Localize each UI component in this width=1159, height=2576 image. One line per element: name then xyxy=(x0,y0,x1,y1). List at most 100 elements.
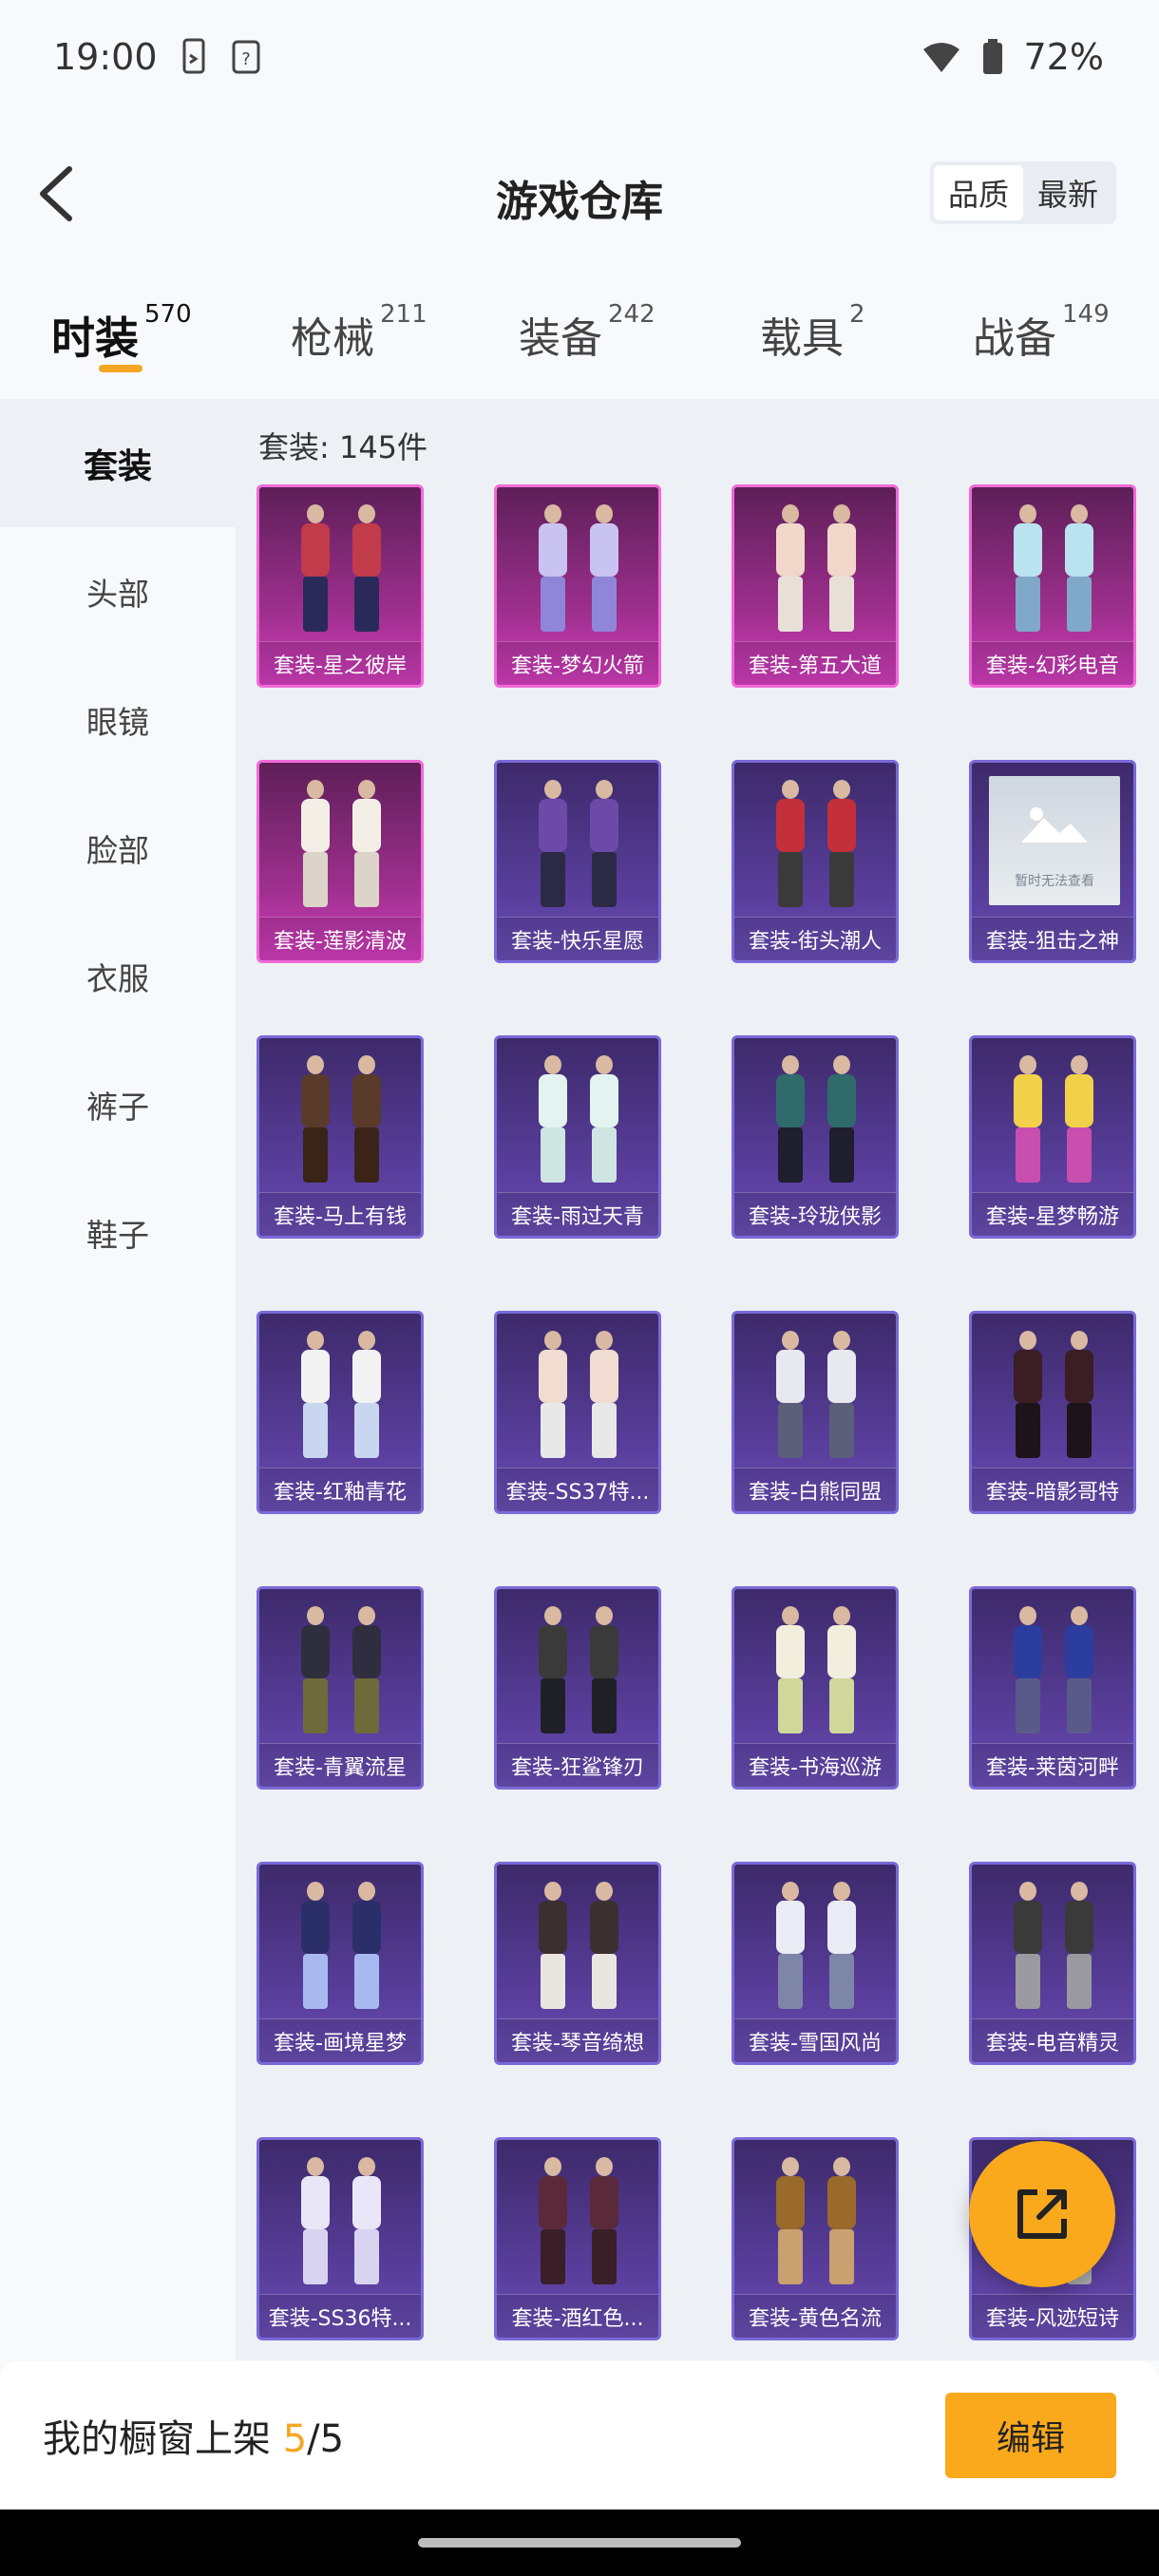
status-left: 19:00 ? xyxy=(53,36,260,78)
tab-vehicles[interactable]: 载具 2 xyxy=(760,300,865,365)
share-button[interactable] xyxy=(969,2141,1115,2287)
outfit-card[interactable]: 套装-黄色名流 xyxy=(732,2137,899,2340)
outfit-name: 套装-雨过天青 xyxy=(497,1192,658,1236)
outfit-preview xyxy=(259,770,421,922)
outfit-card[interactable]: 套装-街头潮人 xyxy=(732,760,899,963)
outfit-name: 套装-快乐星愿 xyxy=(497,917,658,960)
character-figure xyxy=(533,1606,571,1739)
tab-guns[interactable]: 枪械 211 xyxy=(291,300,428,365)
external-link-icon xyxy=(1017,2189,1067,2239)
outfit-card[interactable]: 套装-快乐星愿 xyxy=(494,760,661,963)
outfit-card[interactable]: 套装-玲珑侠影 xyxy=(732,1035,899,1239)
character-figure xyxy=(347,2157,385,2290)
outfit-card[interactable]: 套装-星之彼岸 xyxy=(256,484,424,688)
outfit-card[interactable]: 套装-梦幻火箭 xyxy=(494,484,661,688)
tab-fashion[interactable]: 时装 570 xyxy=(51,300,192,367)
character-figure xyxy=(584,1882,622,2015)
outfit-preview xyxy=(497,2148,658,2300)
placeholder-text: 暂时无法查看 xyxy=(1015,874,1094,889)
wifi-icon xyxy=(922,40,961,74)
character-figure xyxy=(1059,1882,1097,2015)
outfit-card[interactable]: 套装-幻彩电音 xyxy=(969,484,1136,688)
outfit-name: 套装-暗影哥特 xyxy=(972,1468,1133,1511)
sidebar-item-head[interactable]: 头部 xyxy=(0,527,236,655)
character-figure xyxy=(295,1331,333,1464)
outfit-card[interactable]: 套装-莱茵河畔 xyxy=(969,1586,1136,1790)
image-placeholder: 暂时无法查看 xyxy=(989,776,1120,905)
tab-count: 2 xyxy=(849,300,865,329)
character-figure xyxy=(822,504,860,637)
showcase-bar: 我的橱窗上架 5/5 编辑 xyxy=(0,2361,1159,2510)
outfit-card[interactable]: 套装-白熊同盟 xyxy=(732,1311,899,1514)
outfit-card[interactable]: 套装-雪国风尚 xyxy=(732,1862,899,2065)
status-right: 72% xyxy=(922,36,1104,78)
tab-supplies[interactable]: 战备 149 xyxy=(973,300,1110,365)
outfit-card[interactable]: 套装-第五大道 xyxy=(732,484,899,688)
outfit-card[interactable]: 套装-暗影哥特 xyxy=(969,1311,1136,1514)
tab-count: 242 xyxy=(608,300,656,329)
character-figure xyxy=(295,780,333,913)
outfit-name: 套装-星梦畅游 xyxy=(972,1192,1133,1236)
outfit-preview xyxy=(734,1597,896,1749)
outfit-preview xyxy=(497,770,658,922)
sort-quality-button[interactable]: 品质 xyxy=(934,165,1023,220)
character-figure xyxy=(533,780,571,913)
outfit-name: 套装-画境星梦 xyxy=(259,2018,421,2062)
outfit-card[interactable]: 套装-星梦畅游 xyxy=(969,1035,1136,1239)
outfit-name: 套装-马上有钱 xyxy=(259,1192,421,1236)
outfit-name: 套装-幻彩电音 xyxy=(972,641,1133,685)
outfit-card[interactable]: 套装-雨过天青 xyxy=(494,1035,661,1239)
outfit-card[interactable]: 套装-SS36特... xyxy=(256,2137,424,2340)
sidebar-item-glasses[interactable]: 眼镜 xyxy=(0,655,236,784)
sidebar: 套装 头部 眼镜 脸部 衣服 裤子 鞋子 xyxy=(0,399,236,2360)
outfit-card[interactable]: 套装-琴音绮想 xyxy=(494,1862,661,2065)
outfit-preview xyxy=(259,495,421,647)
outfit-preview xyxy=(497,495,658,647)
outfit-card[interactable]: 套装-画境星梦 xyxy=(256,1862,424,2065)
sort-newest-button[interactable]: 最新 xyxy=(1023,165,1112,220)
character-figure xyxy=(822,1331,860,1464)
character-figure xyxy=(295,1882,333,2015)
home-indicator[interactable] xyxy=(418,2538,741,2548)
outfit-card[interactable]: 套装-电音精灵 xyxy=(969,1862,1136,2065)
tab-count: 149 xyxy=(1062,300,1110,329)
outfit-name: 套装-红釉青花 xyxy=(259,1468,421,1511)
character-figure xyxy=(1059,1606,1097,1739)
outfit-preview xyxy=(497,1597,658,1749)
sidebar-item-face[interactable]: 脸部 xyxy=(0,784,236,912)
character-figure xyxy=(295,2157,333,2290)
outfit-card[interactable]: 暂时无法查看 套装-狙击之神 xyxy=(969,760,1136,963)
outfit-card[interactable]: 套装-马上有钱 xyxy=(256,1035,424,1239)
outfit-name: 套装-星之彼岸 xyxy=(259,641,421,685)
showcase-current-count: 5 xyxy=(282,2417,308,2461)
sort-toggle: 品质 最新 xyxy=(930,161,1116,224)
outfit-card[interactable]: 套装-红釉青花 xyxy=(256,1311,424,1514)
outfit-card[interactable]: 套装-狂鲨锋刃 xyxy=(494,1586,661,1790)
outfit-name: 套装-梦幻火箭 xyxy=(497,641,658,685)
outfit-card[interactable]: 套装-书海巡游 xyxy=(732,1586,899,1790)
sidebar-item-shoes[interactable]: 鞋子 xyxy=(0,1168,236,1297)
tab-label: 时装 xyxy=(51,313,139,364)
outfit-card[interactable]: 套装-SS37特... xyxy=(494,1311,661,1514)
tab-equipment[interactable]: 装备 242 xyxy=(519,300,656,365)
outfit-card[interactable]: 套装-莲影清波 xyxy=(256,760,424,963)
character-figure xyxy=(1008,504,1046,637)
outfit-name: 套装-黄色名流 xyxy=(734,2294,896,2338)
edit-button[interactable]: 编辑 xyxy=(945,2393,1116,2478)
mountain-image-icon xyxy=(1021,807,1088,843)
outfit-card[interactable]: 套装-酒红色... xyxy=(494,2137,661,2340)
character-figure xyxy=(295,504,333,637)
outfit-card[interactable]: 套装-青翼流星 xyxy=(256,1586,424,1790)
outfit-preview xyxy=(972,1321,1133,1473)
character-figure xyxy=(347,780,385,913)
svg-text:?: ? xyxy=(241,49,251,69)
sidebar-item-suits[interactable]: 套装 xyxy=(0,399,236,527)
sidebar-item-clothes[interactable]: 衣服 xyxy=(0,912,236,1040)
unknown-sim-icon: ? xyxy=(232,40,260,74)
battery-level: 72% xyxy=(1023,36,1104,78)
character-figure xyxy=(1059,1055,1097,1188)
character-figure xyxy=(822,1882,860,2015)
character-figure xyxy=(533,504,571,637)
character-figure xyxy=(347,1055,385,1188)
sidebar-item-pants[interactable]: 裤子 xyxy=(0,1040,236,1168)
